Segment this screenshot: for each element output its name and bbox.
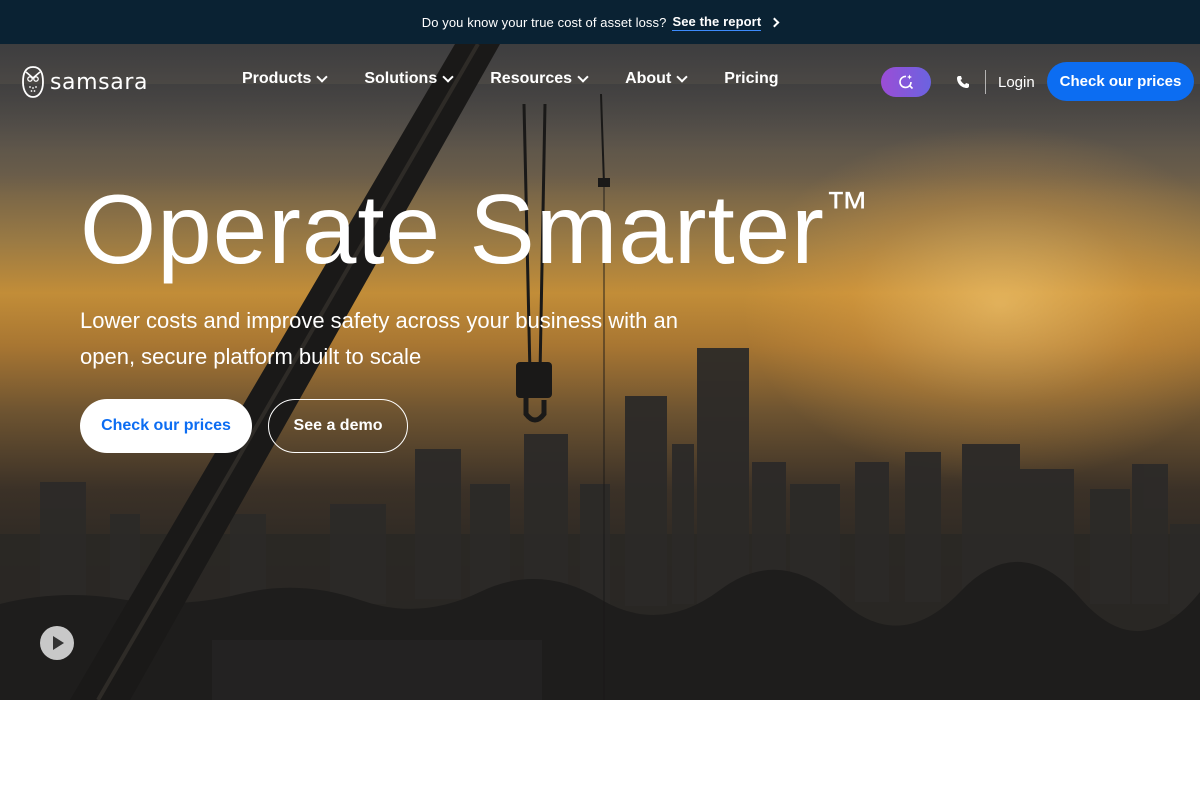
sparkle-search-icon xyxy=(899,74,914,90)
nav-item-label: Resources xyxy=(490,70,573,87)
see-demo-button[interactable]: See a demo xyxy=(268,399,408,453)
chevron-down-icon xyxy=(442,70,454,83)
samsara-logo[interactable]: samsara xyxy=(22,66,148,98)
see-report-link[interactable]: See the report xyxy=(672,14,762,31)
play-icon xyxy=(53,636,64,650)
nav-item-label: Products xyxy=(242,70,312,87)
nav-item-solutions[interactable]: Solutions xyxy=(364,70,454,88)
hero-subheadline: Lower costs and improve safety across yo… xyxy=(80,308,678,369)
hero-check-prices-button[interactable]: Check our prices xyxy=(80,399,252,453)
nav-divider xyxy=(985,70,986,94)
hero-headline-text: Operate Smarter xyxy=(80,174,825,284)
nav-item-resources[interactable]: Resources xyxy=(490,70,589,88)
phone-button[interactable] xyxy=(953,72,973,92)
chevron-down-icon xyxy=(316,70,329,83)
nav-item-label: Solutions xyxy=(364,70,438,87)
main-nav: samsara Products Solutions Resources Abo… xyxy=(0,44,1200,120)
nav-item-pricing[interactable]: Pricing xyxy=(724,70,778,88)
primary-menu: Products Solutions Resources About Prici… xyxy=(242,70,817,88)
nav-item-label: About xyxy=(625,70,672,87)
phone-icon xyxy=(957,76,969,88)
announcement-text: Do you know your true cost of asset loss… xyxy=(421,14,667,30)
nav-item-products[interactable]: Products xyxy=(242,70,329,88)
video-play-button[interactable] xyxy=(40,626,74,660)
announcement-bar: Do you know your true cost of asset loss… xyxy=(0,0,1200,44)
hero-headline: Operate Smarter™ xyxy=(80,174,870,284)
ai-search-button[interactable] xyxy=(881,67,931,97)
trademark-mark: ™ xyxy=(824,183,870,232)
nav-check-prices-button[interactable]: Check our prices xyxy=(1047,62,1194,101)
owl-logo-icon xyxy=(22,66,44,98)
logo-wordmark: samsara xyxy=(50,69,149,95)
login-link[interactable]: Login xyxy=(998,74,1035,91)
chevron-right-icon xyxy=(769,17,780,27)
chevron-down-icon xyxy=(577,70,589,83)
nav-item-label: Pricing xyxy=(724,70,779,87)
chevron-down-icon xyxy=(676,70,688,83)
nav-item-about[interactable]: About xyxy=(625,70,688,88)
